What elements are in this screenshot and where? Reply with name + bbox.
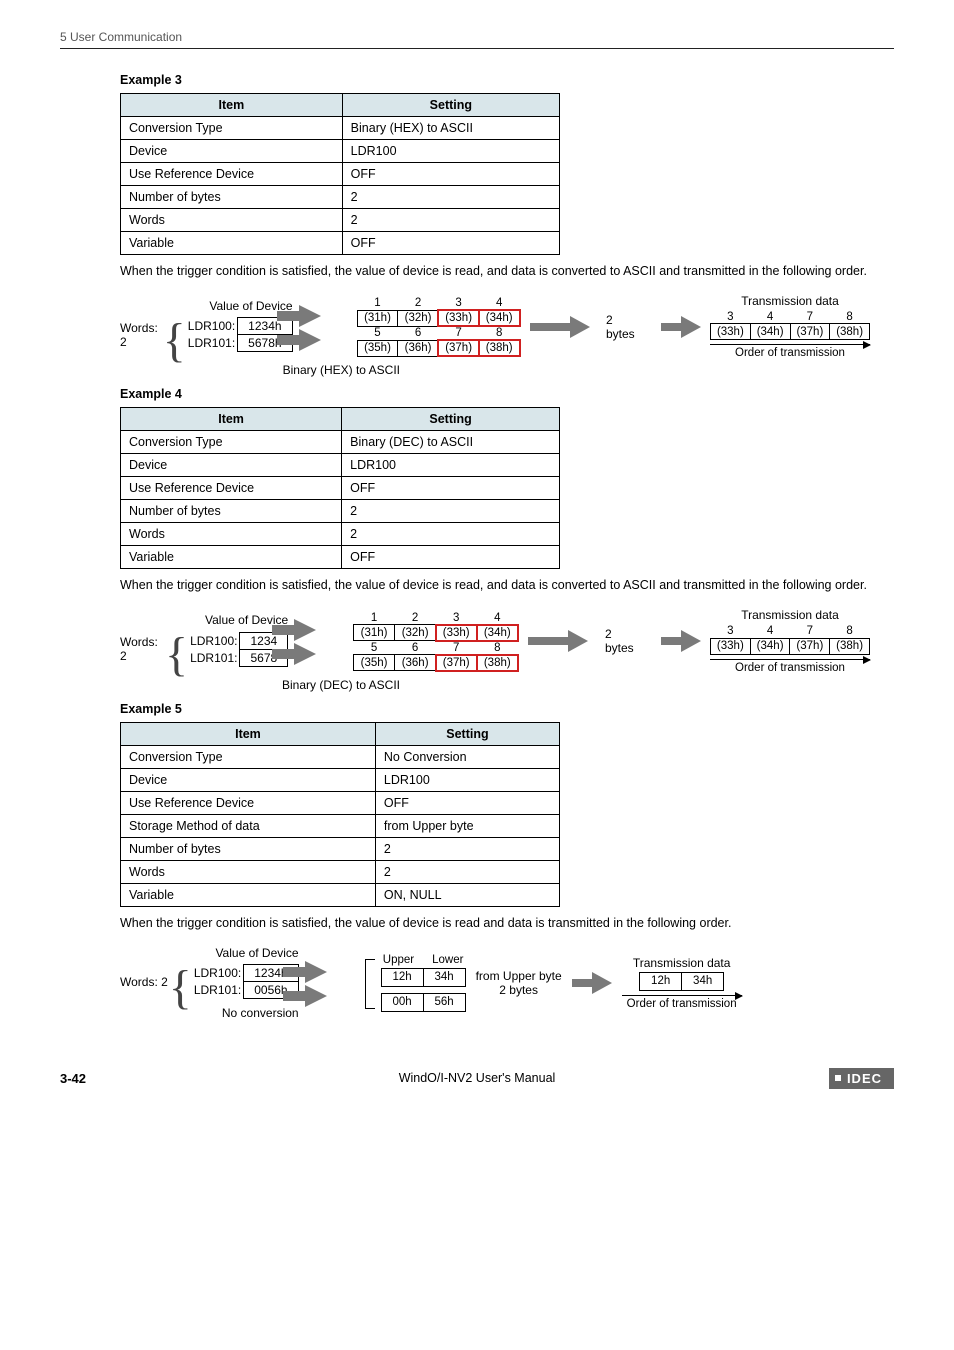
example5-para: When the trigger condition is satisfied,…: [120, 915, 894, 932]
table-row: Use Reference DeviceOFF: [121, 477, 560, 500]
words-label: Words: 2: [120, 321, 163, 349]
arrow-icon: [530, 302, 588, 352]
ascii-grid: 1 2 3 4 (31h) (32h) (33h) (34h) 5 6: [357, 296, 520, 357]
conv-label: Binary (HEX) to ASCII: [120, 363, 400, 377]
bytes-label: 2 bytes: [605, 627, 643, 655]
bracket-icon: [365, 959, 375, 1007]
vod-label: Value of Device: [215, 946, 298, 960]
trans-label: Transmission data: [741, 608, 839, 622]
table-row: Use Reference DeviceOFF: [121, 791, 560, 814]
order-label: Order of transmission: [735, 662, 845, 674]
th-item: Item: [121, 94, 343, 117]
example3-title: Example 3: [120, 73, 894, 87]
table-row: VariableON, NULL: [121, 883, 560, 906]
order-label: Order of transmission: [627, 998, 737, 1010]
table-row: DeviceLDR100: [121, 140, 560, 163]
table-row: Number of bytes2: [121, 837, 560, 860]
example5-title: Example 5: [120, 702, 894, 716]
arrow-icon: [661, 302, 700, 352]
arrow-icon: [622, 995, 742, 996]
example3-para: When the trigger condition is satisfied,…: [120, 263, 894, 280]
table-row: Words2: [121, 209, 560, 232]
arrow-icon: [661, 616, 700, 666]
table-row: Storage Method of datafrom Upper byte: [121, 814, 560, 837]
trans-grid: 3 4 7 8 (33h) (34h) (37h) (38h): [710, 310, 870, 341]
table-row: VariableOFF: [121, 232, 560, 255]
conv-label: Binary (DEC) to ASCII: [120, 678, 400, 692]
example4-title: Example 4: [120, 387, 894, 401]
byte-grid: 12h34h: [381, 968, 466, 987]
table-row: VariableOFF: [121, 546, 560, 569]
table-row: Number of bytes2: [121, 500, 560, 523]
brand-logo: IDEC: [829, 1068, 894, 1089]
arrow-icon: [305, 959, 359, 1007]
manual-title: WindO/I-NV2 User's Manual: [399, 1071, 556, 1085]
arrow-icon: [710, 659, 870, 660]
chapter-header: 5 User Communication: [60, 30, 894, 49]
brace-icon: {: [165, 635, 188, 675]
th-setting: Setting: [375, 722, 559, 745]
from-label: from Upper byte: [476, 969, 562, 983]
brace-icon: {: [163, 321, 186, 361]
arrow-icon: [299, 303, 351, 351]
table-row: DeviceLDR100: [121, 454, 560, 477]
table-row: Use Reference DeviceOFF: [121, 163, 560, 186]
th-item: Item: [121, 722, 376, 745]
example4-para: When the trigger condition is satisfied,…: [120, 577, 894, 594]
byte-grid: 00h56h: [381, 993, 466, 1012]
words-label: Words: 2: [120, 635, 165, 663]
page-number: 3-42: [60, 1071, 86, 1086]
example4-table: Item Setting Conversion TypeBinary (DEC)…: [120, 407, 560, 569]
table-row: Words2: [121, 523, 560, 546]
table-row: Conversion TypeBinary (DEC) to ASCII: [121, 431, 560, 454]
conv-label: No conversion: [222, 1006, 299, 1020]
arrow-icon: [710, 344, 870, 345]
trans-grid: 12h34h: [639, 972, 724, 991]
trans-grid: 3 4 7 8 (33h) (34h) (37h) (38h): [710, 624, 870, 655]
table-row: Conversion TypeNo Conversion: [121, 745, 560, 768]
trans-label: Transmission data: [633, 956, 731, 970]
th-setting: Setting: [342, 408, 560, 431]
arrow-icon: [528, 616, 587, 666]
upper-label: Upper: [383, 954, 414, 966]
th-item: Item: [121, 408, 342, 431]
bytes-label: 2 bytes: [499, 983, 538, 997]
example5-diagram: Value of Device Words: 2 { LDR100:1234h …: [120, 946, 870, 1020]
table-row: DeviceLDR100: [121, 768, 560, 791]
words-label: Words: 2: [120, 975, 169, 989]
table-row: Words2: [121, 860, 560, 883]
example4-diagram: Value of Device Words: 2 { LDR100:1234 L…: [120, 608, 870, 692]
arrow-icon: [572, 963, 612, 1003]
trans-label: Transmission data: [741, 294, 839, 308]
table-row: Conversion TypeBinary (HEX) to ASCII: [121, 117, 560, 140]
order-label: Order of transmission: [735, 347, 845, 359]
brace-icon: {: [169, 968, 192, 1008]
example3-diagram: Value of Device Words: 2 { LDR100:1234h …: [120, 294, 870, 378]
example5-table: Item Setting Conversion TypeNo Conversio…: [120, 722, 560, 907]
arrow-icon: [294, 617, 347, 665]
table-row: Number of bytes2: [121, 186, 560, 209]
th-setting: Setting: [342, 94, 559, 117]
lower-label: Lower: [432, 954, 463, 966]
example3-table: Item Setting Conversion TypeBinary (HEX)…: [120, 93, 560, 255]
bytes-label: 2 bytes: [606, 313, 643, 341]
ascii-grid: 1 2 3 4 (31h) (32h) (33h) (34h) 5 6: [353, 611, 518, 672]
